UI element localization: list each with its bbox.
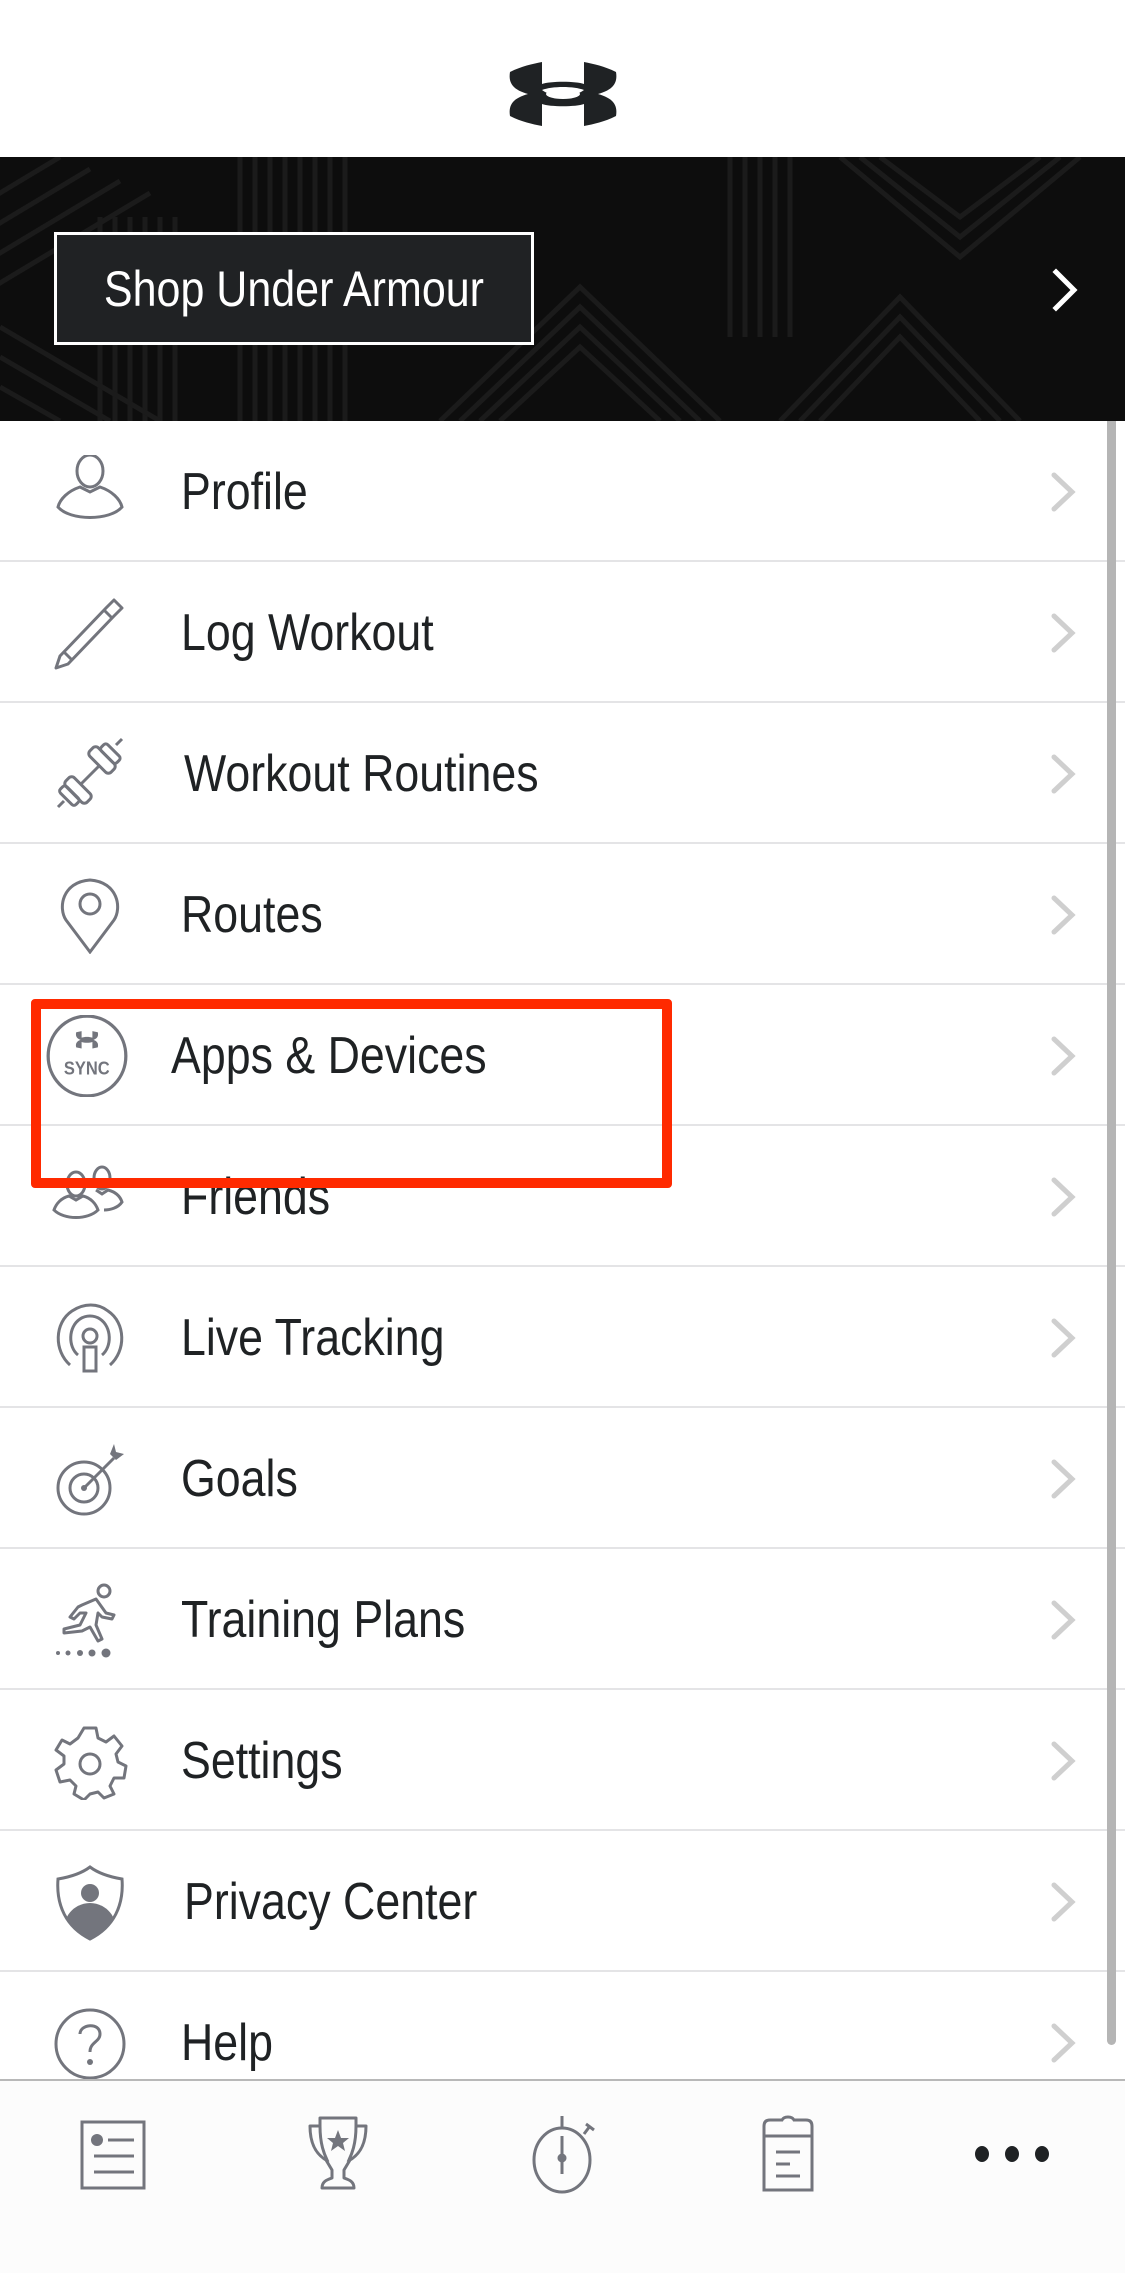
under-armour-logo	[509, 62, 617, 126]
menu-item-live-tracking[interactable]: Live Tracking	[0, 1267, 1125, 1408]
menu-item-profile[interactable]: Profile	[0, 421, 1125, 562]
tab-plans[interactable]	[738, 2109, 838, 2199]
menu-item-label: Settings	[181, 1732, 343, 1790]
chevron-right-icon	[1051, 1741, 1076, 1781]
menu-item-label: Privacy Center	[184, 1873, 478, 1931]
friends-icon	[52, 1165, 124, 1219]
chevron-right-icon	[1051, 2023, 1076, 2063]
chevron-right-icon	[1051, 1036, 1076, 1076]
tab-feed[interactable]	[62, 2109, 162, 2199]
menu-item-label: Friends	[181, 1168, 331, 1226]
chevron-right-icon	[1051, 1318, 1076, 1358]
ua-sync-icon: SYNC	[46, 1015, 128, 1097]
feed-icon	[80, 2120, 146, 2190]
map-pin-icon	[60, 878, 120, 954]
chevron-right-icon	[1051, 613, 1076, 653]
menu-item-settings[interactable]: Settings	[0, 1690, 1125, 1831]
chevron-right-icon	[1051, 895, 1076, 935]
runner-icon	[56, 1583, 116, 1658]
chevron-right-icon	[1051, 1459, 1076, 1499]
dumbbell-icon	[56, 737, 124, 809]
menu-item-label: Training Plans	[181, 1591, 466, 1649]
chevron-right-icon	[1051, 1882, 1076, 1922]
menu-item-workout-routines[interactable]: Workout Routines	[0, 703, 1125, 844]
target-icon	[56, 1444, 124, 1516]
svg-text:SYNC: SYNC	[64, 1058, 110, 1079]
chevron-right-icon	[1051, 472, 1076, 512]
pencil-icon	[54, 598, 124, 670]
app-header	[0, 0, 1125, 157]
tab-more[interactable]	[962, 2109, 1062, 2199]
clipboard-icon	[762, 2115, 814, 2192]
stopwatch-icon	[532, 2116, 595, 2194]
chevron-right-icon[interactable]	[1048, 268, 1082, 312]
shop-button-label: Shop Under Armour	[103, 260, 485, 317]
live-tracking-icon	[56, 1303, 124, 1373]
shop-under-armour-button[interactable]: Shop Under Armour	[54, 232, 534, 345]
menu-item-training-plans[interactable]: Training Plans	[0, 1549, 1125, 1690]
shop-banner[interactable]: Shop Under Armour	[0, 157, 1125, 421]
menu-item-log-workout[interactable]: Log Workout	[0, 562, 1125, 703]
help-icon	[54, 2008, 126, 2079]
menu-item-label: Goals	[181, 1450, 298, 1508]
menu-item-label: Profile	[181, 463, 308, 521]
tab-record[interactable]	[512, 2109, 612, 2199]
menu-item-friends[interactable]: Friends	[0, 1126, 1125, 1267]
menu-item-label: Live Tracking	[181, 1309, 445, 1367]
menu-item-label: Apps & Devices	[171, 1027, 487, 1085]
menu-item-label: Workout Routines	[184, 745, 539, 803]
chevron-right-icon	[1051, 1177, 1076, 1217]
menu-item-label: Log Workout	[181, 604, 434, 662]
menu-item-routes[interactable]: Routes	[0, 844, 1125, 985]
shield-user-icon	[56, 1865, 124, 1941]
menu-list: Profile Log Workout Workout Routines Rou…	[0, 421, 1125, 2079]
menu-item-goals[interactable]: Goals	[0, 1408, 1125, 1549]
tab-challenges[interactable]	[288, 2109, 388, 2199]
bottom-tab-bar	[0, 2079, 1125, 2273]
user-icon	[56, 455, 124, 519]
menu-item-label: Routes	[181, 886, 323, 944]
scrollbar[interactable]	[1107, 421, 1116, 2045]
chevron-right-icon	[1051, 1600, 1076, 1640]
menu-item-apps-devices[interactable]: SYNC Apps & Devices	[0, 985, 1125, 1126]
menu-item-label: Help	[181, 2014, 273, 2072]
chevron-right-icon	[1051, 754, 1076, 794]
gear-icon	[54, 1726, 128, 1800]
more-icon	[975, 2146, 1049, 2162]
menu-item-help[interactable]: Help	[0, 1972, 1125, 2079]
trophy-icon	[308, 2116, 368, 2190]
menu-item-privacy-center[interactable]: Privacy Center	[0, 1831, 1125, 1972]
